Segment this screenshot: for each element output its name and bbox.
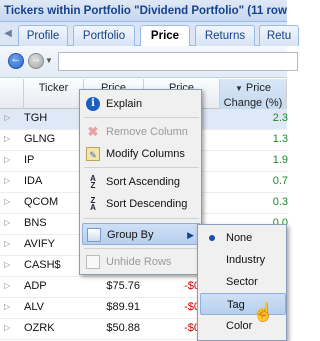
menu-separator <box>84 117 199 118</box>
unhide-icon <box>86 255 100 269</box>
expand-row-icon[interactable]: ▷ <box>4 197 10 206</box>
cell-ticker: TGH <box>24 112 48 124</box>
header-change-label: Change (%) <box>223 97 283 109</box>
cell-change: 0.3 <box>272 196 288 208</box>
cell-ticker: AVIFY <box>24 238 55 250</box>
cell-change: 0.7 <box>272 175 288 187</box>
menu-item-label: Sort Descending <box>106 198 188 210</box>
cell-ticker: BNS <box>24 217 47 229</box>
header-expander <box>0 79 24 109</box>
tab-scroll-left-icon[interactable]: ◀ <box>2 26 14 42</box>
menu-item-unhide-rows[interactable]: Unhide Rows <box>82 251 201 273</box>
menu-item-label: Remove Column <box>106 126 188 138</box>
sort-down-icon: ▼ <box>235 84 243 93</box>
menu-item-remove-column[interactable]: ✖ Remove Column <box>82 121 201 143</box>
group-icon <box>87 228 101 242</box>
menu-item-explain[interactable]: i Explain <box>82 93 201 115</box>
submenu-item-none[interactable]: None <box>200 227 286 249</box>
cell-price-1: $50.88 <box>106 322 140 334</box>
menu-item-label: Sort Ascending <box>106 176 180 188</box>
menu-separator <box>84 248 199 249</box>
expand-row-icon[interactable]: ▷ <box>4 281 10 290</box>
forward-icon[interactable]: → <box>28 53 44 69</box>
cell-price-1: $75.76 <box>106 280 140 292</box>
submenu-item-sector[interactable]: Sector <box>200 271 286 293</box>
back-icon[interactable]: ← <box>8 53 24 69</box>
radio-selected-icon <box>209 235 215 241</box>
menu-separator <box>84 167 199 168</box>
menu-separator <box>84 218 199 219</box>
group-by-submenu: None Industry Sector Tag Color <box>197 224 287 341</box>
context-menu: i Explain ✖ Remove Column ✎ Modify Colum… <box>79 89 202 275</box>
submenu-item-label: Color <box>226 320 253 332</box>
expand-row-icon[interactable]: ▷ <box>4 302 10 311</box>
tab-returns[interactable]: Returns <box>195 25 255 46</box>
remove-icon: ✖ <box>87 124 99 139</box>
submenu-item-label: None <box>226 232 253 244</box>
cell-price-2: -$0 <box>184 280 200 292</box>
menu-item-label: Explain <box>106 98 143 110</box>
expand-row-icon[interactable]: ▷ <box>4 155 10 164</box>
cell-change: 1.3 <box>272 133 288 145</box>
window-title: Tickers within Portfolio "Dividend Portf… <box>0 0 287 22</box>
submenu-arrow-icon: ▶ <box>187 230 194 240</box>
menu-item-sort-ascending[interactable]: AZ Sort Ascending <box>82 171 201 193</box>
cell-price-1: $89.91 <box>106 301 140 313</box>
expand-row-icon[interactable]: ▷ <box>4 323 10 332</box>
header-ticker[interactable]: Ticker <box>24 79 84 109</box>
columns-icon: ✎ <box>86 147 100 161</box>
menu-item-label: Unhide Rows <box>106 256 172 268</box>
tab-profile[interactable]: Profile <box>18 25 68 46</box>
expand-row-icon[interactable]: ▷ <box>4 176 10 185</box>
cell-change: 1.9 <box>272 154 288 166</box>
submenu-item-industry[interactable]: Industry <box>200 249 286 271</box>
sort-asc-icon: AZ <box>90 174 96 190</box>
submenu-item-label: Sector <box>226 276 258 288</box>
hand-cursor-icon: ☝ <box>252 302 275 322</box>
menu-item-label: Group By <box>107 229 154 241</box>
chevron-down-icon[interactable]: ▼ <box>45 56 53 65</box>
expand-row-icon[interactable]: ▷ <box>4 239 10 248</box>
expand-row-icon[interactable]: ▷ <box>4 260 10 269</box>
cell-ticker: ALV <box>24 301 44 313</box>
submenu-item-label: Industry <box>226 254 266 266</box>
header-price-change[interactable]: ▼ Price Change (%) <box>220 79 287 109</box>
cell-price-2: -$0 <box>184 301 200 313</box>
expand-row-icon[interactable]: ▷ <box>4 134 10 143</box>
toolbar: ← → ▼ <box>0 46 298 78</box>
menu-item-modify-columns[interactable]: ✎ Modify Columns <box>82 143 201 165</box>
cell-ticker: QCOM <box>24 196 59 208</box>
info-icon: i <box>86 97 100 111</box>
tab-portfolio[interactable]: Portfolio <box>73 25 135 46</box>
menu-item-group-by[interactable]: Group By ▶ <box>82 223 201 245</box>
sort-desc-icon: ZA <box>90 196 96 212</box>
menu-item-sort-descending[interactable]: ZA Sort Descending <box>82 193 201 215</box>
cell-ticker: ADP <box>24 280 47 292</box>
expand-row-icon[interactable]: ▷ <box>4 218 10 227</box>
cell-ticker: GLNG <box>24 133 56 145</box>
tab-price[interactable]: Price <box>140 25 190 47</box>
expand-row-icon[interactable]: ▷ <box>4 113 10 122</box>
address-input[interactable] <box>58 52 298 71</box>
tab-returns-2[interactable]: Retu <box>259 25 299 46</box>
cell-ticker: IDA <box>24 175 43 187</box>
cell-ticker: CASH$ <box>24 259 61 271</box>
tab-bar: ◀ Profile Portfolio Price Returns Retu <box>0 22 299 47</box>
cell-price-2: -$0 <box>184 322 200 334</box>
cell-change: 2.3 <box>272 112 288 124</box>
header-price-3-label: Price <box>245 82 271 94</box>
cell-ticker: OZRK <box>24 322 55 334</box>
header-ticker-label: Ticker <box>38 82 69 94</box>
cell-ticker: IP <box>24 154 35 166</box>
menu-item-label: Modify Columns <box>106 148 185 160</box>
submenu-item-label: Tag <box>227 299 245 311</box>
